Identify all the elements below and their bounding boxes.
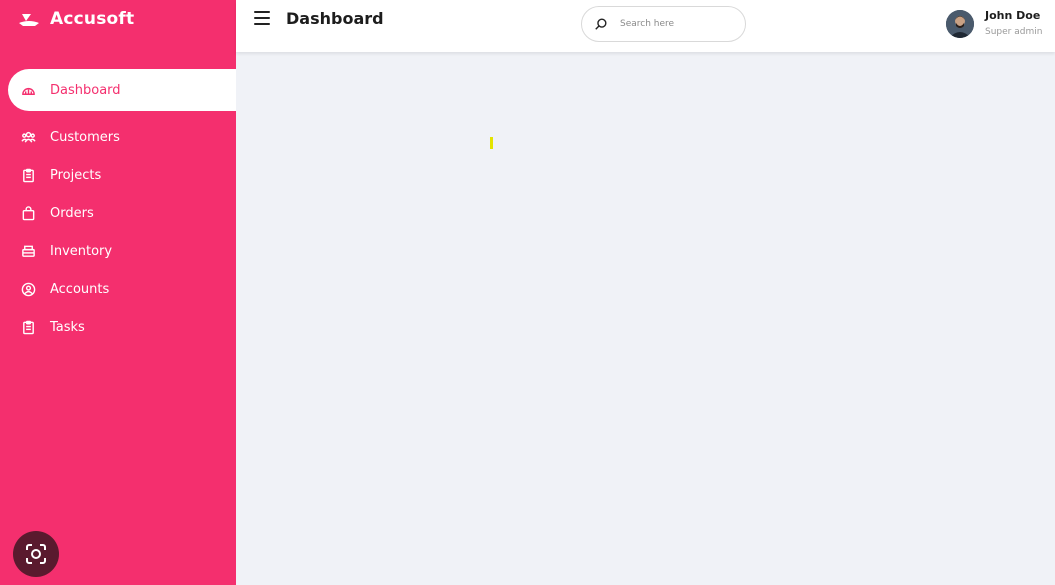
text-cursor-marker (490, 137, 493, 149)
sidebar-item-dashboard[interactable]: Dashboard (8, 69, 236, 111)
sidebar: Accusoft Dashboard Customers Projects Or… (0, 0, 236, 585)
users-icon (20, 129, 36, 145)
clipboard-icon (20, 167, 36, 183)
camera-lens-icon (26, 544, 46, 564)
search-icon (595, 18, 607, 30)
boat-logo-icon (19, 14, 39, 26)
search-input[interactable] (620, 19, 730, 29)
sidebar-item-customers[interactable]: Customers (8, 118, 236, 156)
user-avatar-image (946, 10, 974, 38)
bag-icon (20, 205, 36, 221)
inventory-icon (20, 243, 36, 259)
sidebar-item-tasks[interactable]: Tasks (8, 308, 236, 346)
brand[interactable]: Accusoft (18, 8, 134, 30)
sidebar-item-accounts[interactable]: Accounts (8, 270, 236, 308)
top-bar: Dashboard John Doe Super admin (236, 0, 1055, 52)
sidebar-item-label: Orders (50, 205, 94, 221)
sidebar-item-label: Inventory (50, 243, 113, 259)
sidebar-item-label: Accounts (50, 281, 110, 297)
user-role: Super admin (985, 27, 1043, 37)
sidebar-item-label: Dashboard (50, 82, 121, 98)
sidebar-item-label: Customers (50, 129, 120, 145)
user-name: John Doe (985, 9, 1041, 22)
avatar[interactable] (946, 10, 974, 38)
hamburger-menu-icon[interactable] (254, 11, 270, 25)
page-title: Dashboard (286, 9, 384, 28)
lens-search-button[interactable] (13, 531, 59, 577)
user-circle-icon (20, 281, 36, 297)
sidebar-item-projects[interactable]: Projects (8, 156, 236, 194)
sidebar-item-orders[interactable]: Orders (8, 194, 236, 232)
search-box[interactable] (581, 6, 746, 42)
tasks-icon (20, 319, 36, 335)
brand-name: Accusoft (50, 9, 135, 29)
sidebar-item-label: Tasks (50, 319, 85, 335)
sidebar-item-label: Projects (50, 167, 102, 183)
dashboard-icon (20, 82, 36, 98)
sidebar-nav: Dashboard Customers Projects Orders Inve… (8, 69, 236, 346)
sidebar-item-inventory[interactable]: Inventory (8, 232, 236, 270)
